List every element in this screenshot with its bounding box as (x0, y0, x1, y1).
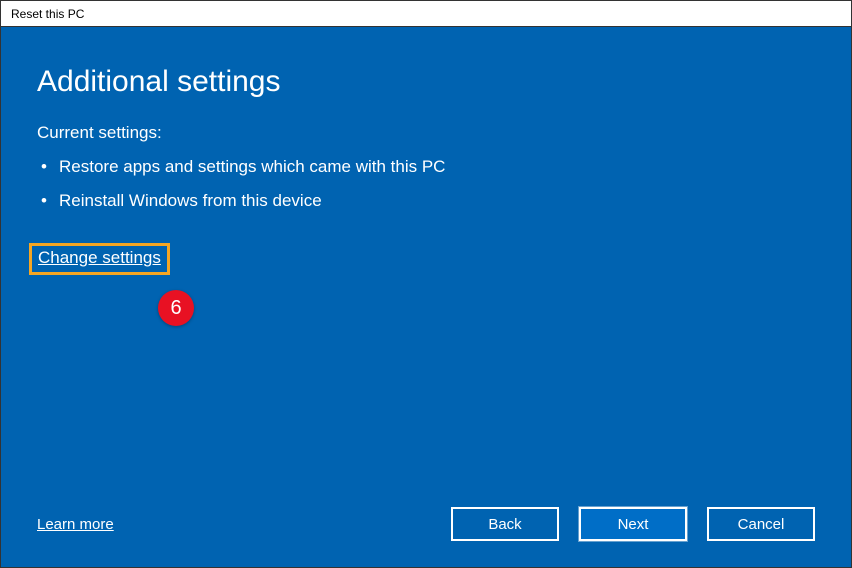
titlebar: Reset this PC (1, 1, 851, 27)
list-item: Restore apps and settings which came wit… (37, 157, 815, 177)
back-button[interactable]: Back (451, 507, 559, 541)
cancel-button[interactable]: Cancel (707, 507, 815, 541)
button-row: Back Next Cancel (451, 507, 815, 541)
step-annotation-badge: 6 (158, 290, 194, 326)
window-title: Reset this PC (11, 7, 84, 21)
change-settings-link[interactable]: Change settings (38, 248, 161, 267)
learn-more-link[interactable]: Learn more (37, 516, 114, 533)
list-item: Reinstall Windows from this device (37, 191, 815, 211)
content-area: Additional settings Current settings: Re… (1, 27, 851, 567)
reset-pc-dialog: Reset this PC Additional settings Curren… (0, 0, 852, 568)
current-settings-label: Current settings: (37, 123, 815, 143)
step-number: 6 (170, 297, 181, 320)
highlight-box: Change settings (29, 243, 170, 275)
footer: Learn more Back Next Cancel (37, 507, 815, 541)
settings-list: Restore apps and settings which came wit… (37, 157, 815, 225)
page-heading: Additional settings (37, 65, 815, 99)
next-button[interactable]: Next (579, 507, 687, 541)
